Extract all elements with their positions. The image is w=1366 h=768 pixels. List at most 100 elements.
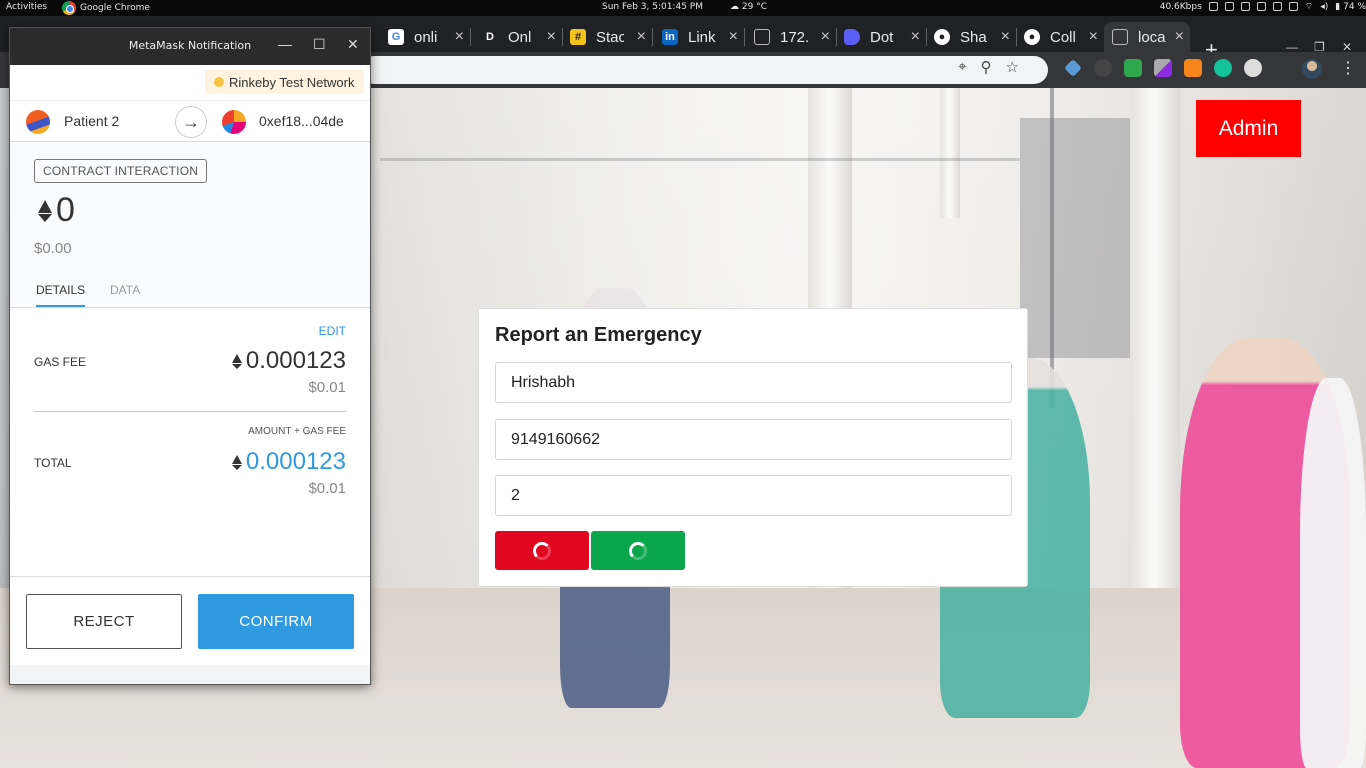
close-tab-icon[interactable]: × xyxy=(1175,28,1184,46)
extension-icon[interactable] xyxy=(1124,59,1142,77)
weather-temp: 29 °C xyxy=(741,2,767,12)
eth-amount: 0 xyxy=(38,191,75,230)
edit-gas-link[interactable]: EDIT xyxy=(319,324,346,338)
network-indicator[interactable]: Rinkeby Test Network xyxy=(205,70,365,94)
tab-title: Onl xyxy=(508,28,532,46)
volume-icon: ◂) xyxy=(1320,1,1329,12)
arrow-right-icon: → xyxy=(175,106,207,138)
gas-fee-label: GAS FEE xyxy=(34,355,87,369)
green-loading-button[interactable] xyxy=(591,531,685,570)
app-name: Google Chrome xyxy=(80,3,150,13)
ethereum-icon xyxy=(38,199,52,222)
metamask-extension-icon[interactable] xyxy=(1184,59,1202,77)
app-menu[interactable]: Google Chrome xyxy=(62,1,150,15)
browser-tab[interactable]: in Link × xyxy=(654,22,744,52)
tray-app-icon[interactable] xyxy=(1208,2,1218,11)
phone-input[interactable]: 9149160662 xyxy=(495,419,1012,460)
close-tab-icon[interactable]: × xyxy=(455,28,464,46)
red-loading-button[interactable] xyxy=(495,531,589,570)
tab-title: Dot xyxy=(870,28,894,46)
tab-data[interactable]: DATA xyxy=(110,283,140,297)
zoom-icon[interactable]: ⚲ xyxy=(980,58,991,76)
tab-details[interactable]: DETAILS xyxy=(36,283,86,307)
tray-app-icon[interactable] xyxy=(1224,2,1234,11)
close-tab-icon[interactable]: × xyxy=(821,28,830,46)
system-tray[interactable]: 40.6Kbps ⌔ ◂) ▮ 74 % xyxy=(1160,1,1366,13)
browser-tab[interactable]: G onli × xyxy=(380,22,470,52)
system-top-bar: Activities Google Chrome Sun Feb 3, 5:01… xyxy=(0,0,1366,16)
transaction-details: EDIT GAS FEE 0.000123 $0.01 AMOUNT + GAS… xyxy=(10,308,370,576)
address-bar[interactable] xyxy=(360,56,1048,84)
usd-amount: $0.00 xyxy=(34,240,72,257)
bookmark-star-icon[interactable]: ☆ xyxy=(1005,58,1018,76)
amount-plus-gas-label: AMOUNT + GAS FEE xyxy=(248,426,346,437)
tray-app-icon[interactable] xyxy=(1288,2,1298,11)
maximize-icon[interactable]: ☐ xyxy=(313,36,326,53)
close-tab-icon[interactable]: × xyxy=(637,28,646,46)
close-tab-icon[interactable]: × xyxy=(1001,28,1010,46)
weather[interactable]: ☁ 29 °C xyxy=(730,2,767,12)
account-transfer-bar: Patient 2 → 0xef18...04de xyxy=(10,100,370,142)
extension-icon[interactable] xyxy=(1154,59,1172,77)
count-input[interactable]: 2 xyxy=(495,475,1012,516)
github-icon: ● xyxy=(934,29,950,45)
omnibox-actions: ⌖ ⚲ ☆ xyxy=(958,58,1019,76)
browser-tab[interactable]: 172. × xyxy=(746,22,836,52)
tray-app-icon[interactable] xyxy=(1240,2,1250,11)
network-name: Rinkeby Test Network xyxy=(229,74,355,90)
gas-fee-usd: $0.01 xyxy=(308,379,346,396)
d-icon: D xyxy=(486,31,494,43)
reject-button[interactable]: REJECT xyxy=(26,594,182,649)
browser-tab[interactable]: ● Coll × xyxy=(1016,22,1104,52)
battery-text: 74 % xyxy=(1343,1,1366,12)
tab-title: Link xyxy=(688,28,716,46)
battery-level: ▮ 74 % xyxy=(1335,1,1366,12)
total-eth: 0.000123 xyxy=(231,448,346,476)
browser-tab[interactable]: ● Sha × xyxy=(926,22,1016,52)
activities-button[interactable]: Activities xyxy=(6,2,47,12)
admin-button[interactable]: Admin xyxy=(1196,100,1301,157)
total-label: TOTAL xyxy=(34,456,72,470)
transaction-summary: CONTRACT INTERACTION 0 $0.00 DETAILS DAT… xyxy=(10,143,370,308)
profile-avatar[interactable] xyxy=(1302,59,1322,79)
close-tab-icon[interactable]: × xyxy=(911,28,920,46)
dot-icon xyxy=(844,29,860,45)
slack-icon: # xyxy=(570,29,586,45)
extension-icon[interactable] xyxy=(1064,59,1082,77)
clock[interactable]: Sun Feb 3, 5:01:45 PM xyxy=(602,2,703,12)
confirm-button[interactable]: CONFIRM xyxy=(198,594,354,649)
eth-amount-value: 0 xyxy=(56,191,75,229)
extension-icon[interactable] xyxy=(1094,59,1112,77)
close-tab-icon[interactable]: × xyxy=(547,28,556,46)
extension-icon[interactable] xyxy=(1244,59,1262,77)
chrome-menu-icon[interactable]: ⋮ xyxy=(1340,58,1356,78)
metamask-notification-window: MetaMask Notification — ☐ ✕ Rinkeby Test… xyxy=(9,27,371,685)
location-icon[interactable]: ⌖ xyxy=(958,58,966,76)
browser-tab[interactable]: # Stac × xyxy=(562,22,652,52)
tray-app-icon[interactable] xyxy=(1272,2,1282,11)
browser-tab[interactable]: D Onl × xyxy=(474,22,562,52)
window-titlebar: MetaMask Notification — ☐ ✕ xyxy=(10,28,370,65)
tab-title: Sha xyxy=(960,28,987,46)
minimize-icon[interactable]: — xyxy=(278,36,292,52)
name-input[interactable]: Hrishabh xyxy=(495,362,1012,403)
ethereum-icon xyxy=(231,353,242,369)
browser-tab-active[interactable]: loca × xyxy=(1104,22,1190,52)
loading-spinner-icon xyxy=(533,542,551,560)
form-title: Report an Emergency xyxy=(495,324,702,346)
tray-app-icon[interactable] xyxy=(1256,2,1266,11)
close-icon[interactable]: ✕ xyxy=(347,36,359,53)
emergency-report-form: Report an Emergency Hrishabh 9149160662 … xyxy=(478,308,1028,587)
close-tab-icon[interactable]: × xyxy=(1089,28,1098,46)
tab-title: Coll xyxy=(1050,28,1076,46)
ethereum-icon xyxy=(231,454,242,470)
loading-spinner-icon xyxy=(629,542,647,560)
close-tab-icon[interactable]: × xyxy=(729,28,738,46)
network-status-dot xyxy=(214,77,224,87)
grammarly-icon[interactable] xyxy=(1214,59,1232,77)
extensions-bar xyxy=(1064,59,1262,77)
browser-tab[interactable]: Dot × xyxy=(836,22,926,52)
chrome-icon xyxy=(62,1,76,15)
contract-interaction-badge: CONTRACT INTERACTION xyxy=(34,159,208,183)
total-eth-value: 0.000123 xyxy=(245,448,346,475)
